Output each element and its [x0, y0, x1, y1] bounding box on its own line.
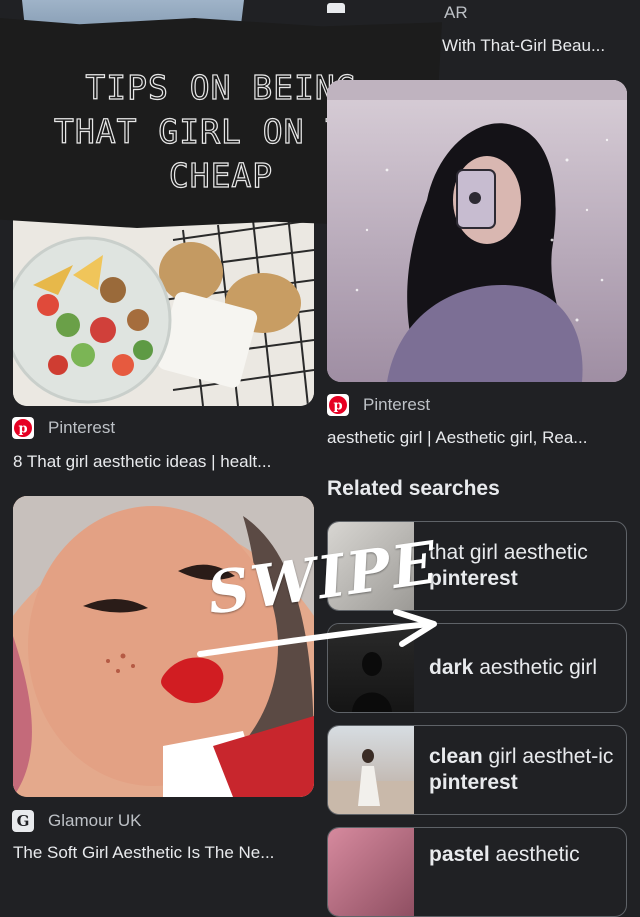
related-text: pastel aesthetic [429, 843, 580, 866]
result-title-left1[interactable]: 8 That girl aesthetic ideas | healt... [13, 452, 313, 472]
source-row-left2[interactable]: G Glamour UK [12, 810, 142, 832]
result-title-left2[interactable]: The Soft Girl Aesthetic Is The Ne... [13, 843, 313, 863]
related-thumb [328, 726, 414, 814]
top-source-label: AR [444, 3, 468, 22]
related-search-item[interactable]: pastel aesthetic [327, 827, 627, 917]
glamour-icon: G [12, 810, 34, 832]
source-row-left1[interactable]: p Pinterest [12, 417, 115, 439]
result-title-right1[interactable]: aesthetic girl | Aesthetic girl, Rea... [327, 428, 627, 448]
source-label: Glamour UK [48, 811, 142, 830]
source-row-right1[interactable]: p Pinterest [327, 394, 430, 416]
related-text: dark aesthetic girl [429, 656, 598, 679]
related-search-item[interactable]: clean girl aesthet-ic pinterest [327, 725, 627, 815]
result-image-mirror-selfie[interactable] [327, 80, 627, 382]
source-label: Pinterest [363, 395, 431, 414]
related-text: clean girl aesthet-ic pinterest [429, 745, 614, 794]
related-searches-heading: Related searches [327, 477, 500, 500]
swipe-arrow-icon [197, 609, 437, 657]
top-source-icon [327, 3, 345, 13]
source-label: Pinterest [48, 418, 116, 437]
related-text: that girl aesthetic pinterest [429, 541, 588, 590]
top-result-title[interactable]: With That-Girl Beau... [442, 36, 632, 56]
svg-text:p: p [18, 422, 27, 437]
related-thumb [328, 828, 414, 916]
pinterest-icon: p [327, 394, 349, 416]
pinterest-icon: p [12, 417, 34, 439]
svg-text:p: p [333, 399, 342, 414]
